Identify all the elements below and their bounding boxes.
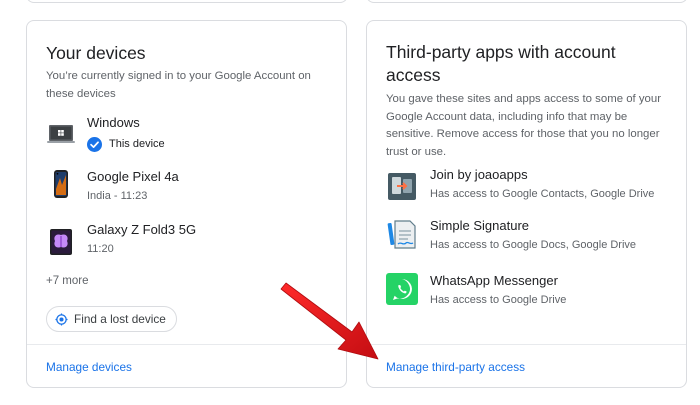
annotation-arrow [280,282,379,360]
